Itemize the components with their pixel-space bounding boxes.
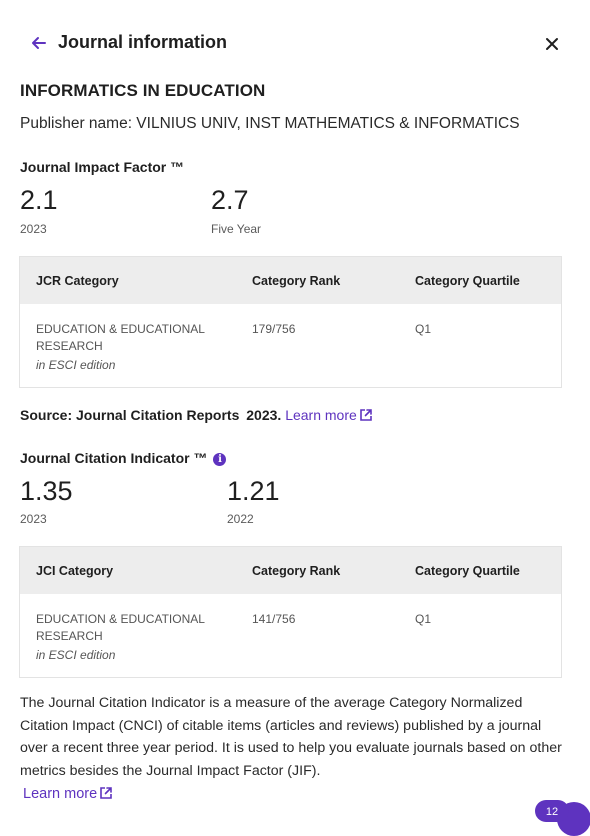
column-header-rank: Category Rank (252, 274, 341, 288)
notification-badge[interactable]: 12 (535, 798, 590, 836)
column-header-category: JCR Category (36, 274, 119, 288)
table-row: EDUCATION & EDUCATIONAL RESEARCH in ESCI… (20, 594, 561, 677)
table-header: JCR Category Category Rank Category Quar… (20, 257, 561, 304)
category-cell: EDUCATION & EDUCATIONAL RESEARCH in ESCI… (36, 321, 216, 374)
learn-more-text: Learn more (285, 407, 357, 423)
panel-header: Journal information (0, 28, 590, 58)
jif-label: Journal Impact Factor ™ (20, 159, 185, 175)
jcr-category-table: JCR Category Category Rank Category Quar… (19, 256, 562, 388)
jif-five-year-value: 2.7 (211, 185, 249, 215)
jci-prev-year: 2022 (227, 512, 254, 526)
column-header-quartile: Category Quartile (415, 274, 520, 288)
quartile-cell: Q1 (415, 612, 432, 626)
arrow-left-icon (32, 37, 46, 49)
column-header-rank: Category Rank (252, 564, 341, 578)
jci-value: 1.35 (20, 476, 73, 506)
rank-cell: 179/756 (252, 322, 296, 336)
column-header-quartile: Category Quartile (415, 564, 520, 578)
learn-more-link[interactable]: Learn more (285, 407, 373, 423)
category-name: EDUCATION & EDUCATIONAL RESEARCH (36, 612, 205, 643)
close-icon (546, 38, 558, 50)
edition-note: in ESCI edition (36, 358, 116, 372)
quartile-cell: Q1 (415, 322, 432, 336)
jci-description: The Journal Citation Indicator is a meas… (20, 695, 562, 779)
external-link-icon (100, 787, 112, 799)
external-link-icon (359, 409, 372, 421)
close-button[interactable] (544, 36, 560, 52)
table-header: JCI Category Category Rank Category Quar… (20, 547, 561, 594)
jif-five-year-label: Five Year (211, 222, 262, 236)
back-button[interactable] (30, 34, 48, 52)
edition-note: in ESCI edition (36, 648, 116, 662)
rank-cell: 141/756 (252, 612, 296, 626)
jif-year: 2023 (20, 222, 47, 236)
learn-more-text: Learn more (23, 786, 98, 802)
journal-title: INFORMATICS IN EDUCATION (20, 81, 266, 100)
jif-value: 2.1 (20, 185, 58, 215)
table-row: EDUCATION & EDUCATIONAL RESEARCH in ESCI… (20, 304, 561, 387)
learn-more-link-2[interactable]: Learn more (23, 786, 113, 802)
category-name: EDUCATION & EDUCATIONAL RESEARCH (36, 322, 205, 353)
info-icon[interactable]: i (213, 453, 227, 466)
badge-count: 12 (535, 800, 569, 822)
panel-title: Journal information (58, 32, 228, 52)
category-cell: EDUCATION & EDUCATIONAL RESEARCH in ESCI… (36, 611, 216, 664)
jci-label-row: Journal Citation Indicator ™ i (20, 450, 227, 466)
column-header-category: JCI Category (36, 564, 114, 578)
jci-prev-value: 1.21 (227, 476, 280, 506)
jci-category-table: JCI Category Category Rank Category Quar… (19, 546, 562, 678)
source-label: Source: Journal Citation Reports (20, 407, 240, 423)
source-year: 2023. (246, 407, 282, 423)
jci-label: Journal Citation Indicator ™ (20, 450, 208, 466)
source-line: Source: Journal Citation Reports 2023. L… (20, 407, 373, 423)
jci-year: 2023 (20, 512, 47, 526)
publisher-name: Publisher name: VILNIUS UNIV, INST MATHE… (20, 115, 520, 132)
